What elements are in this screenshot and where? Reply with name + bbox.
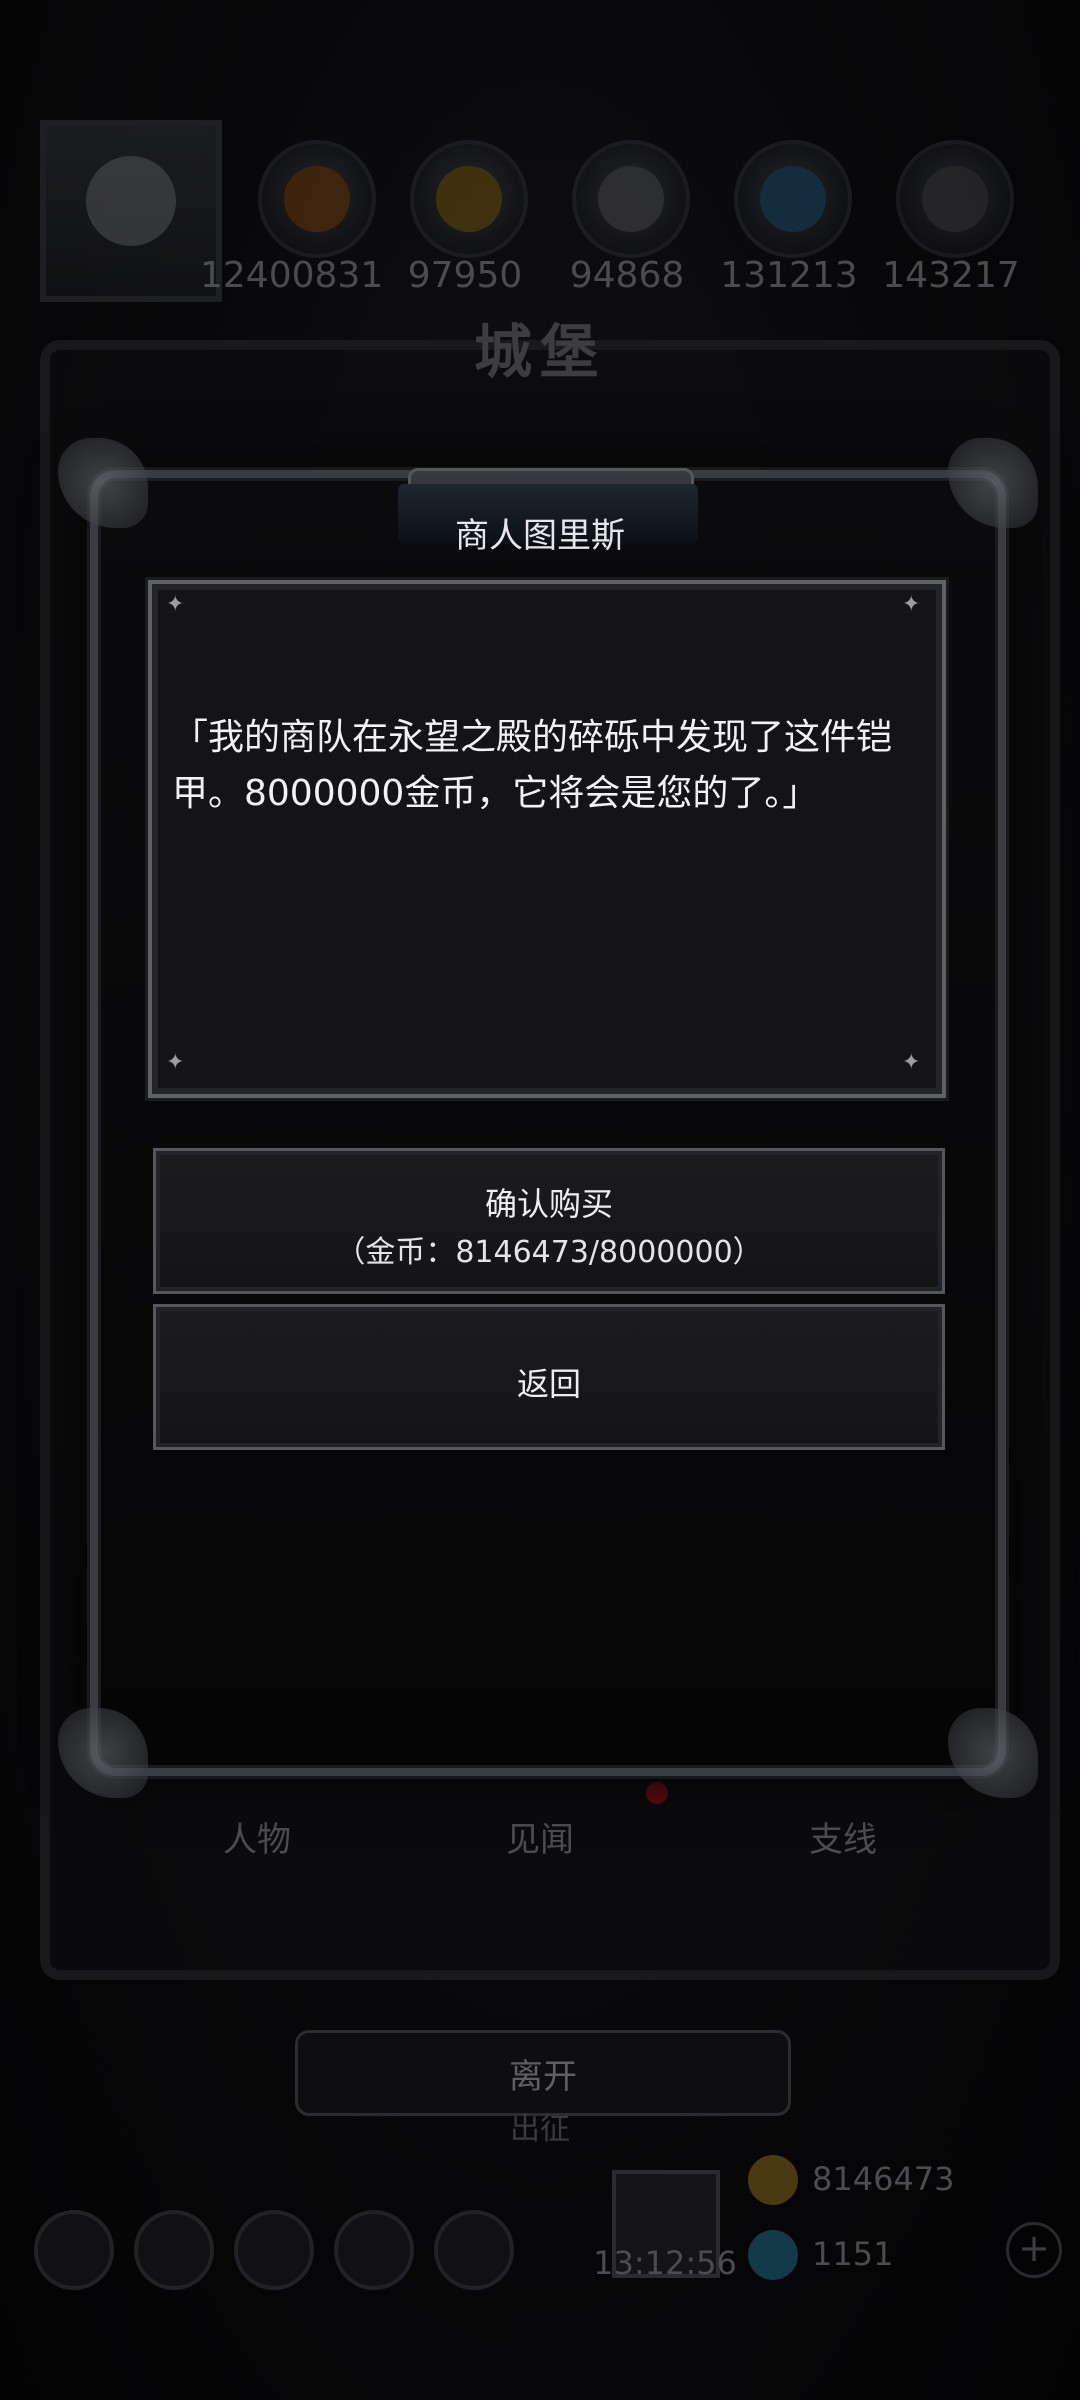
plus-icon[interactable]: + — [1006, 2222, 1062, 2278]
star-icon: ✦ — [166, 1050, 185, 1075]
back-button[interactable]: 返回 — [153, 1304, 945, 1450]
menu-icon[interactable] — [334, 2210, 414, 2290]
screen: 12400831 97950 94868 131213 143217 城堡 人物… — [0, 0, 1080, 2400]
resource-value: 94868 — [569, 255, 685, 296]
star-icon: ✦ — [166, 592, 185, 617]
dialog-title: 商人图里斯 — [455, 516, 625, 556]
menu-icon[interactable] — [434, 2210, 514, 2290]
wood-icon[interactable] — [410, 140, 528, 258]
confirm-purchase-button[interactable]: 确认购买 （金币：8146473/8000000） — [153, 1148, 945, 1294]
gem-icon — [748, 2230, 798, 2280]
resource-value: 12400831 — [200, 255, 384, 296]
message-box: ✦ ✦ ✦ ✦ — [148, 580, 946, 1098]
resource-value: 131213 — [720, 255, 858, 296]
resource-value: 97950 — [407, 255, 523, 296]
tab-news[interactable]: 见闻 — [440, 1812, 640, 1861]
merchant-dialog: ✦ ✦ ✦ ✦ 确认购买 （金币：8146473/8000000） 返回 — [58, 438, 1038, 1798]
gift-timer: 13:12:56 — [593, 2244, 737, 2282]
confirm-detail: （金币：8146473/8000000） — [335, 1235, 763, 1270]
bread-icon[interactable] — [258, 140, 376, 258]
leave-label: 离开 — [509, 2057, 577, 2097]
tab-sidequests[interactable]: 支线 — [743, 1812, 943, 1861]
back-label: 返回 — [516, 1365, 581, 1403]
menu-icon[interactable] — [234, 2210, 314, 2290]
resource-value: 143217 — [882, 255, 1020, 296]
expedition-label: 出征 — [510, 2112, 570, 2147]
scroll-icon[interactable] — [896, 140, 1014, 258]
castle-tabs: 人物 见闻 支线 — [60, 1790, 1020, 1890]
crystal-icon[interactable] — [734, 140, 852, 258]
avatar-face — [86, 156, 176, 246]
iron-icon[interactable] — [572, 140, 690, 258]
avatar-icon[interactable] — [40, 120, 222, 302]
confirm-label: 确认购买 — [484, 1185, 613, 1223]
menu-icon[interactable] — [34, 2210, 114, 2290]
gem-amount: 1151 — [812, 2235, 894, 2273]
gold-amount: 8146473 — [812, 2160, 955, 2198]
star-icon: ✦ — [902, 592, 921, 617]
resource-bar: 12400831 97950 94868 131213 143217 — [0, 110, 1080, 310]
menu-icon[interactable] — [134, 2210, 214, 2290]
dialog-message: 「我的商队在永望之殿的碎砾中发现了这件铠甲。8000000金币，它将会是您的了。… — [172, 717, 893, 814]
tab-characters[interactable]: 人物 — [157, 1812, 357, 1861]
star-icon: ✦ — [902, 1050, 921, 1075]
gold-coin-icon — [748, 2155, 798, 2205]
notification-dot — [646, 1782, 668, 1804]
page-title: 城堡 — [473, 318, 606, 386]
